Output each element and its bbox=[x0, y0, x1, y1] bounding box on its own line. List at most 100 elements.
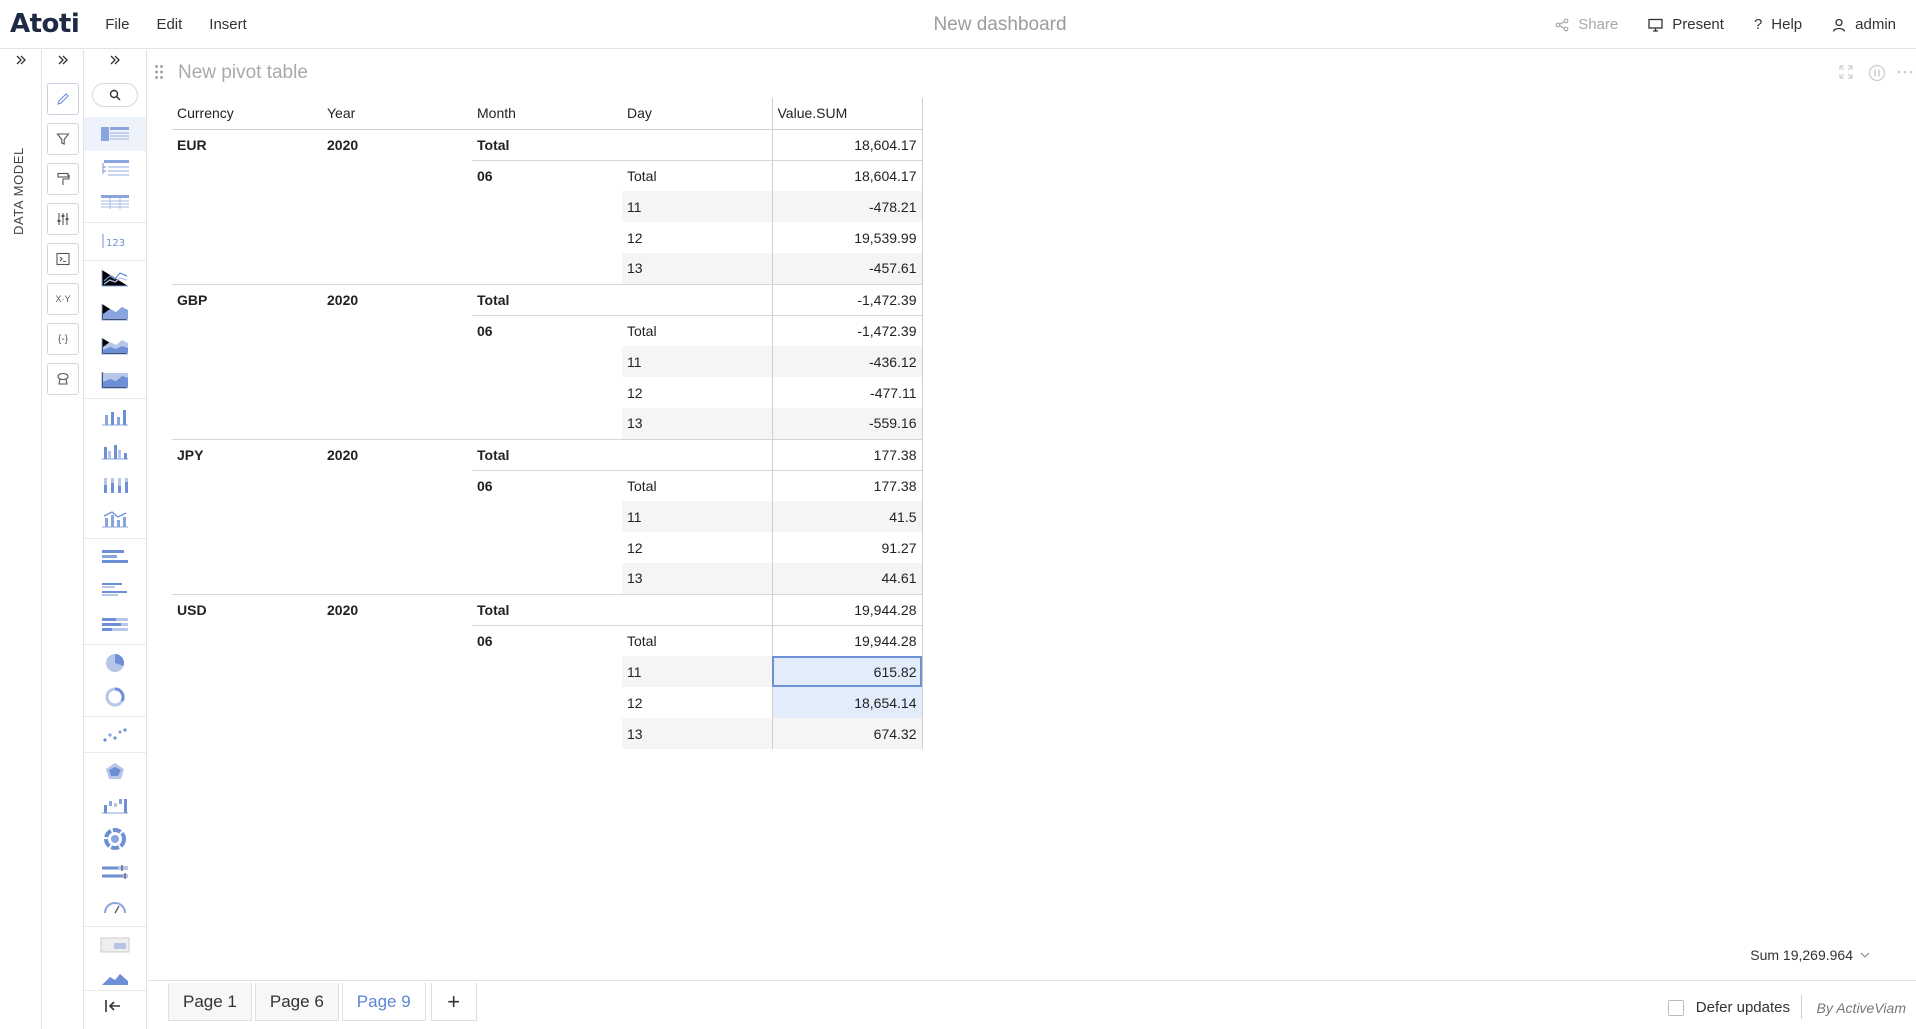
total-label-cell[interactable]: Total bbox=[622, 624, 772, 656]
currency-cell[interactable]: EUR bbox=[172, 128, 322, 160]
widget-title[interactable]: New pivot table bbox=[178, 62, 308, 84]
value-cell[interactable]: 18,604.17 bbox=[771, 159, 923, 191]
widget-scatter-plot[interactable] bbox=[84, 718, 146, 752]
menu-edit[interactable]: Edit bbox=[156, 16, 182, 33]
day-cell[interactable]: 13 bbox=[622, 253, 772, 284]
widget-stacked-column-chart[interactable] bbox=[84, 468, 146, 502]
month-cell[interactable]: 06 bbox=[472, 314, 622, 346]
tab-page-6[interactable]: Page 6 bbox=[254, 983, 339, 1021]
value-cell[interactable]: -436.12 bbox=[771, 346, 923, 377]
selected-value-cell[interactable]: 18,654.14 bbox=[771, 687, 923, 718]
day-cell[interactable]: 11 bbox=[622, 191, 772, 222]
context-tool-button[interactable] bbox=[47, 363, 79, 395]
header-month[interactable]: Month bbox=[472, 98, 622, 130]
settings-tool-button[interactable] bbox=[47, 203, 79, 235]
defer-updates-checkbox[interactable] bbox=[1667, 999, 1684, 1016]
data-model-label[interactable]: DATA MODEL bbox=[11, 147, 26, 235]
calculated-measure-tool-button[interactable]: {-} bbox=[47, 323, 79, 355]
add-page-button[interactable]: + bbox=[430, 983, 477, 1021]
currency-cell[interactable]: USD bbox=[172, 593, 322, 625]
year-cell[interactable]: 2020 bbox=[322, 593, 472, 625]
drag-handle-icon[interactable] bbox=[154, 64, 164, 83]
defer-updates-toggle[interactable]: Defer updates bbox=[1667, 999, 1790, 1016]
value-cell[interactable]: -1,472.39 bbox=[771, 283, 923, 315]
style-tool-button[interactable] bbox=[47, 163, 79, 195]
value-cell[interactable]: -457.61 bbox=[771, 253, 923, 284]
widget-stacked-bar-chart[interactable] bbox=[84, 608, 146, 642]
selected-value-cell[interactable]: 615.82 bbox=[771, 656, 923, 687]
widget-sunburst-chart[interactable] bbox=[84, 822, 146, 856]
widget-search-button[interactable] bbox=[92, 83, 138, 107]
menu-file[interactable]: File bbox=[105, 16, 129, 33]
widget-column-chart[interactable] bbox=[84, 400, 146, 434]
query-tool-button[interactable] bbox=[47, 243, 79, 275]
value-cell[interactable]: -559.16 bbox=[771, 408, 923, 439]
header-currency[interactable]: Currency bbox=[172, 98, 322, 130]
value-cell[interactable]: 44.61 bbox=[771, 563, 923, 594]
widget-area-chart[interactable] bbox=[84, 295, 146, 329]
tab-page-9[interactable]: Page 9 bbox=[341, 983, 426, 1021]
year-cell[interactable]: 2020 bbox=[322, 128, 472, 160]
widget-bullet-chart[interactable] bbox=[84, 856, 146, 890]
widget-donut-chart[interactable] bbox=[84, 680, 146, 714]
day-cell[interactable]: 12 bbox=[622, 377, 772, 408]
month-cell[interactable]: 06 bbox=[472, 159, 622, 191]
widget-clustered-bar-chart[interactable] bbox=[84, 574, 146, 608]
widget-pivot-table[interactable] bbox=[84, 117, 146, 151]
day-cell[interactable]: 12 bbox=[622, 222, 772, 253]
collapse-sidebar-button[interactable] bbox=[104, 998, 122, 1017]
year-cell[interactable]: 2020 bbox=[322, 283, 472, 315]
day-cell[interactable]: 11 bbox=[622, 501, 772, 532]
widget-radar-chart[interactable] bbox=[84, 754, 146, 788]
widget-mountain-chart[interactable] bbox=[84, 962, 146, 988]
expand-tools-button[interactable] bbox=[42, 50, 83, 70]
value-cell[interactable]: -1,472.39 bbox=[771, 314, 923, 346]
day-cell[interactable]: 12 bbox=[622, 532, 772, 563]
value-cell[interactable]: 674.32 bbox=[771, 718, 923, 749]
month-cell[interactable]: 06 bbox=[472, 624, 622, 656]
value-cell[interactable]: -477.11 bbox=[771, 377, 923, 408]
widget-tree-table[interactable] bbox=[84, 151, 146, 185]
currency-cell[interactable]: GBP bbox=[172, 283, 322, 315]
total-label-cell[interactable]: Total bbox=[472, 593, 622, 625]
widget-pie-chart[interactable] bbox=[84, 646, 146, 680]
xy-tool-button[interactable]: X·Y bbox=[47, 283, 79, 315]
day-cell[interactable]: 13 bbox=[622, 718, 772, 749]
header-day[interactable]: Day bbox=[622, 98, 772, 130]
selection-sum[interactable]: Sum 19,269.964 bbox=[1750, 947, 1871, 963]
day-cell[interactable]: 12 bbox=[622, 687, 772, 718]
expand-data-model-button[interactable] bbox=[0, 50, 41, 70]
value-cell[interactable]: 19,944.28 bbox=[771, 624, 923, 656]
tab-page-1[interactable]: Page 1 bbox=[168, 983, 252, 1021]
edit-tool-button[interactable] bbox=[47, 83, 79, 115]
currency-cell[interactable]: JPY bbox=[172, 438, 322, 470]
help-button[interactable]: ? Help bbox=[1754, 16, 1802, 33]
widget-line-chart[interactable] bbox=[84, 261, 146, 295]
total-label-cell[interactable]: Total bbox=[472, 283, 622, 315]
total-label-cell[interactable]: Total bbox=[622, 159, 772, 191]
widget-table[interactable] bbox=[84, 185, 146, 219]
value-cell[interactable]: 19,539.99 bbox=[771, 222, 923, 253]
maximize-icon[interactable] bbox=[1838, 64, 1854, 83]
widget-stacked-area-chart[interactable] bbox=[84, 329, 146, 363]
total-label-cell[interactable]: Total bbox=[472, 128, 622, 160]
header-year[interactable]: Year bbox=[322, 98, 472, 130]
menu-insert[interactable]: Insert bbox=[209, 16, 247, 33]
day-cell[interactable]: 11 bbox=[622, 346, 772, 377]
dashboard-title[interactable]: New dashboard bbox=[900, 14, 1100, 36]
value-cell[interactable]: 18,604.17 bbox=[771, 128, 923, 160]
widget-gauge[interactable] bbox=[84, 890, 146, 924]
total-label-cell[interactable]: Total bbox=[472, 438, 622, 470]
month-cell[interactable]: 06 bbox=[472, 469, 622, 501]
widget-text-editor[interactable] bbox=[84, 928, 146, 962]
value-cell[interactable]: 41.5 bbox=[771, 501, 923, 532]
widget-kpi[interactable]: 123 bbox=[84, 224, 146, 258]
pause-query-icon[interactable] bbox=[1868, 64, 1886, 85]
value-cell[interactable]: 19,944.28 bbox=[771, 593, 923, 625]
value-cell[interactable]: 91.27 bbox=[771, 532, 923, 563]
day-cell[interactable]: 13 bbox=[622, 408, 772, 439]
user-menu[interactable]: admin bbox=[1832, 16, 1896, 33]
widget-combo-chart[interactable] bbox=[84, 502, 146, 536]
total-label-cell[interactable]: Total bbox=[622, 469, 772, 501]
expand-widgets-button[interactable] bbox=[84, 50, 146, 70]
